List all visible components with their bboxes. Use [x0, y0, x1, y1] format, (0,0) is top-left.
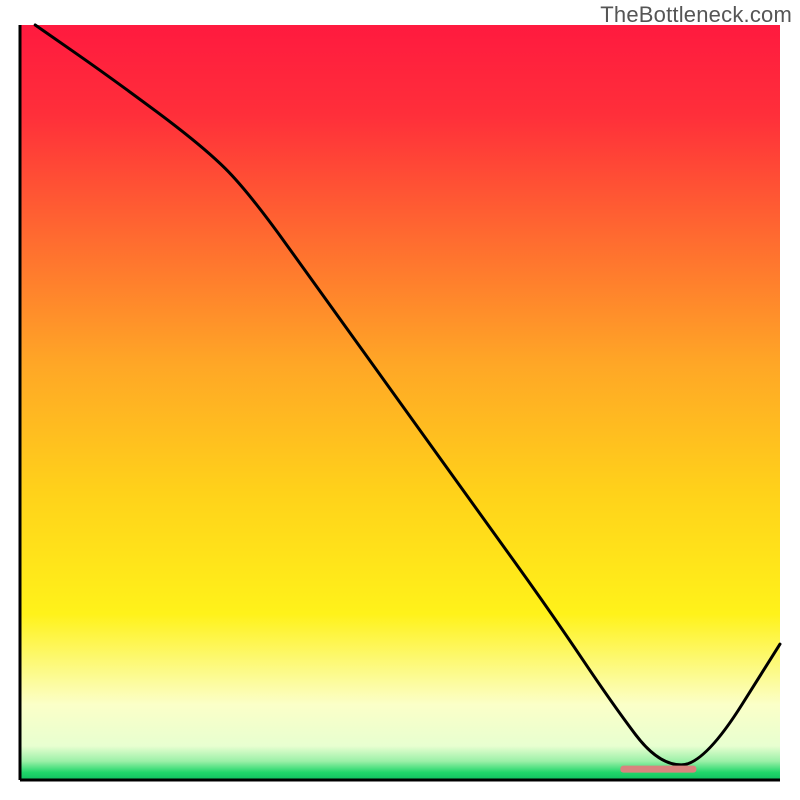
optimal-range-marker [620, 766, 696, 773]
chart-container: TheBottleneck.com [0, 0, 800, 800]
bottleneck-chart [0, 0, 800, 800]
